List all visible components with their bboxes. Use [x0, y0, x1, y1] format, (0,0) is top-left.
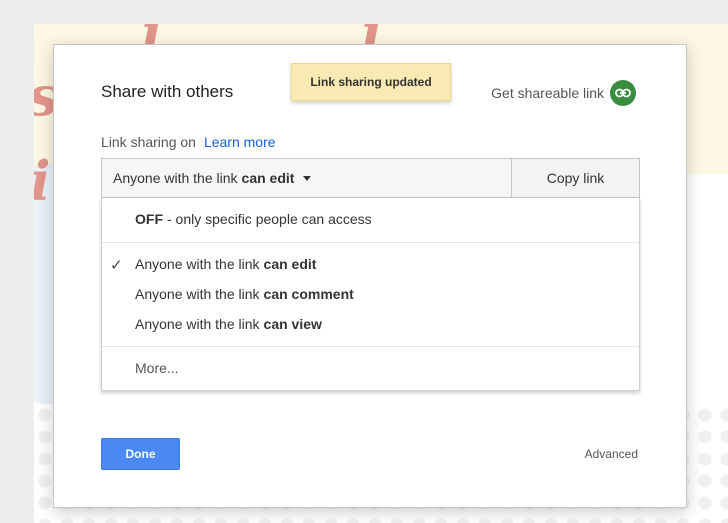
- menu-option-prefix: Anyone with the link: [135, 316, 260, 332]
- toast-notification: Link sharing updated: [291, 63, 451, 101]
- menu-item-can-edit[interactable]: ✓ Anyone with the link can edit: [102, 251, 639, 277]
- menu-item-can-comment[interactable]: Anyone with the link can comment: [102, 281, 639, 307]
- menu-item-off[interactable]: OFF - only specific people can access: [102, 206, 639, 232]
- menu-item-can-view[interactable]: Anyone with the link can view: [102, 311, 639, 337]
- link-sharing-status: Link sharing on Learn more: [101, 134, 276, 150]
- menu-option-prefix: Anyone with the link: [135, 286, 260, 302]
- access-level-menu: OFF - only specific people can access ✓ …: [101, 198, 640, 391]
- menu-option-prefix: Anyone with the link: [135, 256, 260, 272]
- menu-off-label: OFF: [135, 211, 163, 227]
- learn-more-link[interactable]: Learn more: [204, 134, 276, 150]
- background-deco-letter: i: [34, 149, 51, 213]
- access-prefix: Anyone with the link: [113, 170, 238, 186]
- copy-link-button[interactable]: Copy link: [512, 159, 639, 197]
- menu-option-mode: can view: [263, 316, 322, 332]
- caret-down-icon: [303, 175, 312, 181]
- access-mode: can edit: [241, 170, 295, 186]
- menu-item-more[interactable]: More...: [102, 355, 639, 381]
- menu-off-description: - only specific people can access: [167, 211, 372, 227]
- access-level-dropdown[interactable]: Anyone with the link can edit: [102, 159, 512, 197]
- shareable-link-label: Get shareable link: [491, 85, 604, 101]
- done-button[interactable]: Done: [101, 438, 180, 470]
- menu-option-mode: can comment: [263, 286, 354, 302]
- share-dialog: Share with others Link sharing updated G…: [53, 44, 687, 508]
- get-shareable-link-button[interactable]: Get shareable link: [491, 80, 636, 106]
- menu-divider: [102, 242, 639, 243]
- access-row: Anyone with the link can edit Copy link: [101, 158, 640, 198]
- menu-divider: [102, 346, 639, 347]
- menu-option-mode: can edit: [263, 256, 317, 272]
- checkmark-icon: ✓: [110, 257, 123, 274]
- advanced-link[interactable]: Advanced: [585, 447, 638, 461]
- dialog-title: Share with others: [101, 82, 234, 101]
- link-icon[interactable]: [610, 80, 636, 106]
- link-status-text: Link sharing on: [101, 134, 196, 150]
